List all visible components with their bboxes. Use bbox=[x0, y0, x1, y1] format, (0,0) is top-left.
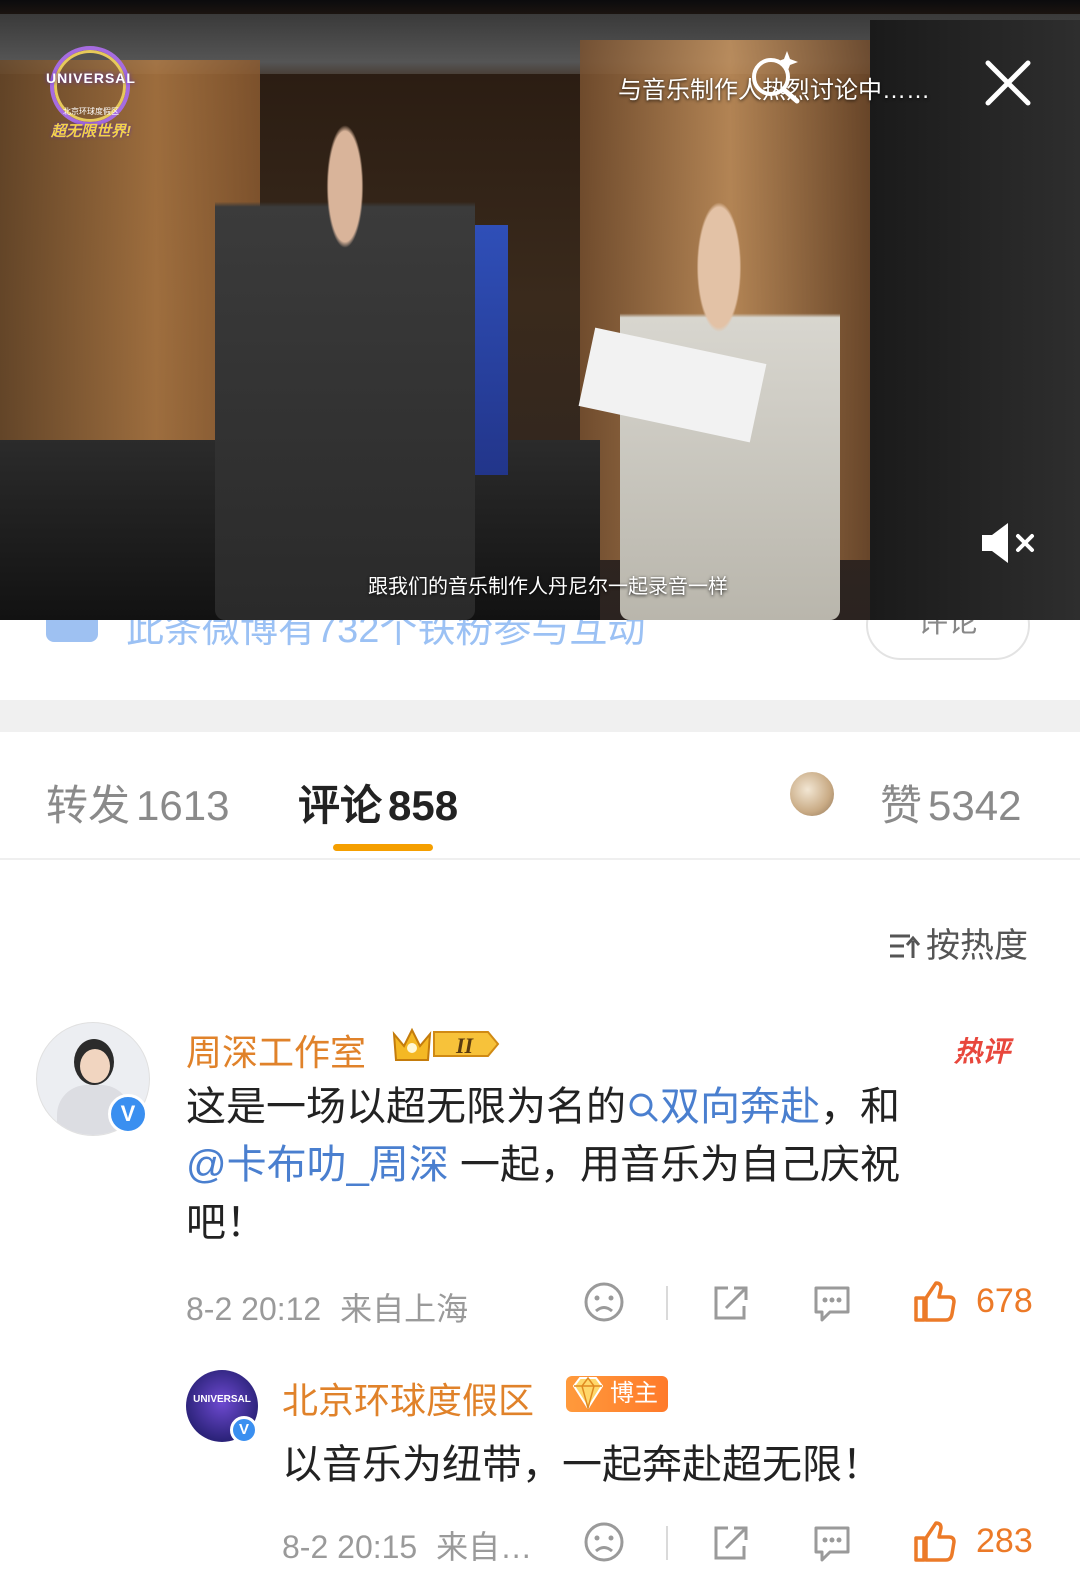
active-tab-indicator bbox=[333, 844, 433, 851]
tab-likes-label: 赞 bbox=[880, 782, 923, 829]
comment-text-part4: 吧！ bbox=[186, 1201, 266, 1245]
hot-comment-tag: 热评 bbox=[954, 1036, 1011, 1067]
comment-time: 8-2 20:12 bbox=[186, 1291, 322, 1327]
reply-meta: 8-2 20:15 来自… bbox=[282, 1522, 532, 1568]
tab-repost[interactable]: 转发 1613 bbox=[46, 772, 229, 833]
comment-button[interactable]: 评论 bbox=[866, 620, 1030, 660]
reply-location: 来自… bbox=[436, 1529, 533, 1565]
close-icon[interactable] bbox=[980, 55, 1036, 111]
reply-avatar-text: UNIVERSAL bbox=[193, 1394, 251, 1405]
logo-word: UNIVERSAL bbox=[46, 70, 136, 86]
like-count: 678 bbox=[976, 1282, 1033, 1320]
comment-text-part3: 一起，用音乐为自己庆祝 bbox=[448, 1143, 900, 1187]
reply-text: 以音乐为纽带，一起奔赴超无限！ bbox=[282, 1443, 882, 1487]
tab-comments-label: 评论 bbox=[298, 782, 383, 829]
comment-actions: 678 bbox=[582, 1280, 1042, 1330]
action-divider bbox=[666, 1526, 668, 1560]
comment-text-part2: ，和 bbox=[820, 1085, 900, 1129]
fan-interaction-text: 此条微博有732个铁粉参与互动 bbox=[126, 620, 646, 651]
mute-icon[interactable] bbox=[978, 520, 1038, 566]
share-icon[interactable] bbox=[708, 1280, 752, 1324]
comment-text-part1: 这是一场以超无限为名的 bbox=[186, 1085, 626, 1129]
logo-sub: 北京环球度假区 bbox=[63, 107, 119, 116]
comment-text: 这是一场以超无限为名的 双向奔赴，和 @卡布叻_周深 一起，用音乐为自己庆祝 吧！ bbox=[186, 1078, 1016, 1252]
tab-repost-count: 1613 bbox=[136, 782, 230, 829]
sort-toggle[interactable]: 按热度 bbox=[888, 918, 1028, 967]
comment-meta: 8-2 20:12 来自上海 bbox=[186, 1284, 468, 1330]
verified-badge: V bbox=[108, 1094, 148, 1134]
sort-icon bbox=[890, 934, 920, 958]
mention-link[interactable]: @卡布叻_周深 bbox=[186, 1143, 449, 1187]
verified-badge: V bbox=[230, 1416, 258, 1444]
gem-icon bbox=[572, 1376, 604, 1411]
reply-icon[interactable] bbox=[810, 1520, 854, 1564]
comment-author[interactable]: 周深工作室 bbox=[186, 1024, 366, 1076]
universal-logo: UNIVERSAL 北京环球度假区 超无限世界! bbox=[36, 40, 146, 140]
dislike-icon[interactable] bbox=[582, 1280, 626, 1324]
fan-interaction-strip: 此条微博有732个铁粉参与互动 评论 bbox=[0, 620, 1080, 700]
tab-comments-count: 858 bbox=[388, 782, 459, 829]
blogger-badge-label: 博主 bbox=[610, 1380, 658, 1407]
section-gap bbox=[0, 700, 1080, 732]
tab-likes-count: 5342 bbox=[928, 782, 1022, 829]
reply-author[interactable]: 北京环球度假区 bbox=[282, 1372, 534, 1424]
video-subtitle: 跟我们的音乐制作人丹尼尔一起录音一样 bbox=[368, 576, 728, 598]
topic-link[interactable]: 双向奔赴 bbox=[626, 1085, 820, 1129]
blogger-badge: 博主 bbox=[566, 1376, 668, 1412]
like-icon[interactable] bbox=[912, 1280, 956, 1324]
reply-time: 8-2 20:15 bbox=[282, 1529, 418, 1565]
liker-avatar[interactable] bbox=[788, 770, 836, 818]
studio-panel bbox=[870, 20, 1080, 620]
video-player[interactable]: UNIVERSAL 北京环球度假区 超无限世界! 与音乐制作人热烈讨论中…… 跟… bbox=[0, 0, 1080, 620]
interaction-tabs: 转发 1613 评论 858 赞 5342 bbox=[0, 732, 1080, 860]
sparkle-search-icon[interactable] bbox=[745, 45, 805, 105]
action-divider bbox=[666, 1286, 668, 1320]
reply-actions: 283 bbox=[582, 1520, 1042, 1570]
comment-location: 来自上海 bbox=[340, 1291, 469, 1327]
avatar-face bbox=[80, 1049, 110, 1083]
search-glyph-icon bbox=[629, 1093, 658, 1122]
reply-icon[interactable] bbox=[810, 1280, 854, 1324]
fan-icon bbox=[46, 620, 98, 642]
tab-likes[interactable]: 赞 5342 bbox=[880, 772, 1021, 833]
dislike-icon[interactable] bbox=[582, 1520, 626, 1564]
crown-icon: II bbox=[392, 1027, 500, 1061]
tab-comments[interactable]: 评论 858 bbox=[298, 772, 458, 833]
reply-like-count: 283 bbox=[976, 1522, 1033, 1560]
sort-label: 按热度 bbox=[926, 927, 1028, 965]
topic-link-text: 双向奔赴 bbox=[660, 1085, 820, 1129]
logo-slogan: 超无限世界! bbox=[51, 123, 131, 140]
like-icon[interactable] bbox=[912, 1520, 956, 1564]
tab-repost-label: 转发 bbox=[46, 782, 131, 829]
person-left bbox=[215, 110, 475, 620]
level-badge-text: II bbox=[455, 1033, 475, 1058]
share-icon[interactable] bbox=[708, 1520, 752, 1564]
